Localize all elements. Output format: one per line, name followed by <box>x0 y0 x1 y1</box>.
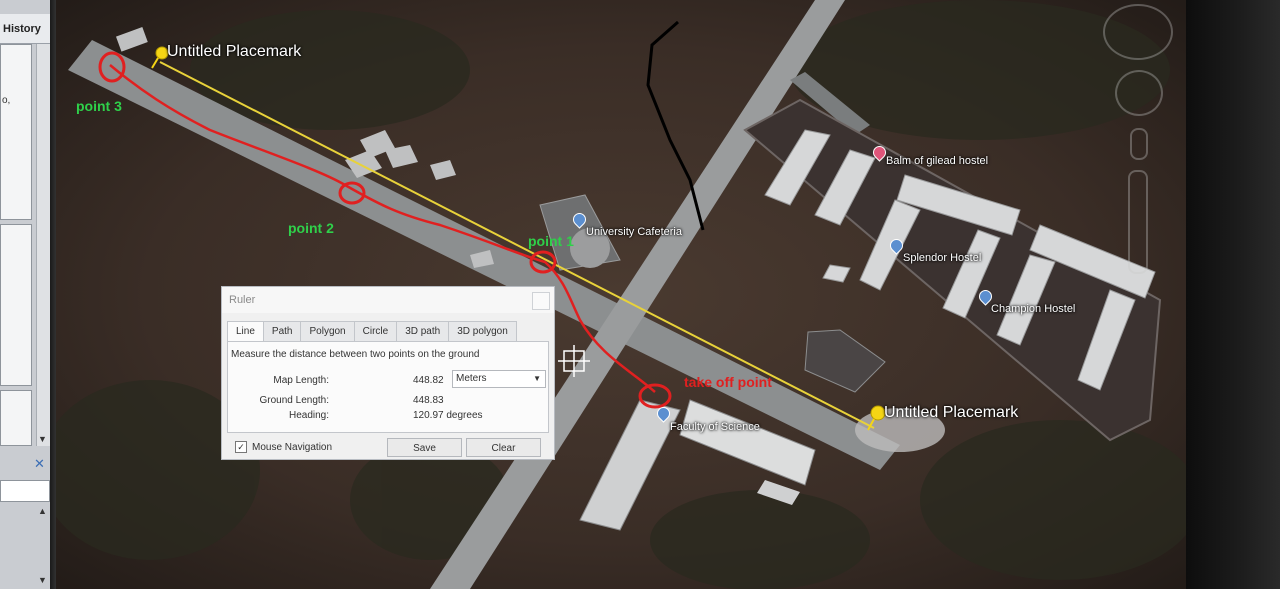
ruler-description: Measure the distance between two points … <box>231 349 480 360</box>
scroll-down-arrow-icon[interactable]: ▼ <box>38 434 47 444</box>
poi-university-cafeteria[interactable]: University Cafeteria <box>586 226 682 238</box>
ruler-titlebar[interactable]: Ruler <box>222 287 554 313</box>
clear-button[interactable]: Clear <box>466 438 541 457</box>
map-length-label: Map Length: <box>273 375 329 386</box>
mouse-navigation-checkbox[interactable]: ✓ <box>235 441 247 453</box>
poi-splendor-hostel[interactable]: Splendor Hostel <box>903 252 981 264</box>
heading-value: 120.97 degrees <box>413 410 483 421</box>
history-tab-label: History <box>3 23 41 35</box>
close-icon[interactable]: ✕ <box>34 456 45 472</box>
ruler-tabs: Line Path Polygon Circle 3D path 3D poly… <box>227 321 517 342</box>
heading-label: Heading: <box>288 410 329 421</box>
history-tab[interactable]: History <box>0 14 50 44</box>
save-button[interactable]: Save <box>387 438 462 457</box>
unit-select[interactable]: Meters ▼ <box>452 370 546 388</box>
move-joystick[interactable] <box>1115 70 1163 116</box>
ruler-dialog: Ruler Line Path Polygon Circle 3D path 3… <box>221 286 555 460</box>
ruler-title: Ruler <box>229 294 256 306</box>
poi-faculty-of-science[interactable]: Faculty of Science <box>670 421 760 433</box>
history-pane-text: o, <box>2 95 11 106</box>
ground-length-label: Ground Length: <box>259 395 330 406</box>
ground-length-value: 448.83 <box>413 395 444 406</box>
tab-3d-polygon[interactable]: 3D polygon <box>448 321 517 341</box>
mouse-navigation-label: Mouse Navigation <box>252 442 333 453</box>
annotation-takeoff-point: take off point <box>684 374 772 390</box>
street-view-pegman-icon[interactable] <box>1130 128 1148 160</box>
monitor-edge <box>1186 0 1280 589</box>
places-pane <box>0 224 32 386</box>
layers-pane <box>0 390 32 446</box>
history-panel: History o, ▼ ✕ ▲ ▼ <box>0 0 56 589</box>
map-length-value: 448.82 <box>413 375 444 386</box>
history-pane: o, <box>0 44 32 220</box>
unit-select-value: Meters <box>456 373 487 384</box>
ruler-close-button[interactable] <box>532 292 550 310</box>
poi-champion-hostel[interactable]: Champion Hostel <box>991 303 1075 315</box>
look-joystick[interactable] <box>1103 4 1173 60</box>
tab-circle[interactable]: Circle <box>353 321 398 341</box>
tab-line[interactable]: Line <box>227 321 264 342</box>
ruler-content: Measure the distance between two points … <box>227 341 549 433</box>
tab-path[interactable]: Path <box>262 321 302 341</box>
tab-polygon[interactable]: Polygon <box>300 321 355 341</box>
tab-3d-path[interactable]: 3D path <box>396 321 450 341</box>
scroll-up-arrow-icon[interactable]: ▲ <box>38 506 47 516</box>
chevron-down-icon: ▼ <box>533 374 541 383</box>
annotation-point-1: point 1 <box>528 233 574 249</box>
placemark-label-east[interactable]: Untitled Placemark <box>884 404 1018 422</box>
annotation-point-3: point 3 <box>76 98 122 114</box>
placemark-label-west[interactable]: Untitled Placemark <box>167 43 301 61</box>
poi-balm-of-gilead[interactable]: Balm of gilead hostel <box>886 155 988 167</box>
scroll-down-arrow-icon-2[interactable]: ▼ <box>38 575 47 585</box>
history-scrollbar[interactable] <box>36 44 51 446</box>
search-field[interactable] <box>0 480 50 502</box>
annotation-point-2: point 2 <box>288 220 334 236</box>
zoom-slider[interactable] <box>1128 170 1148 274</box>
